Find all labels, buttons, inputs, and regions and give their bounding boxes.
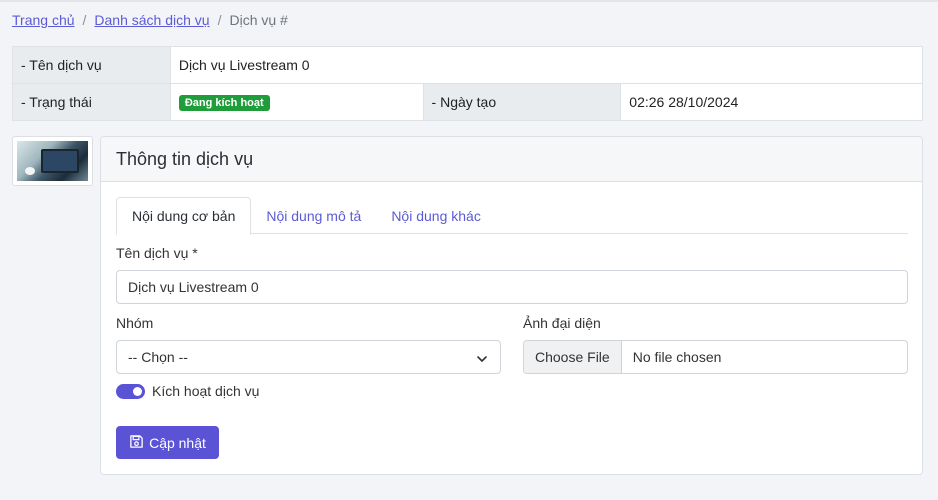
status-badge: Đang kích hoạt	[178, 95, 270, 111]
breadcrumb-separator: /	[82, 12, 87, 28]
save-icon	[129, 434, 144, 452]
avatar-field-label: Ảnh đại diện	[523, 315, 601, 331]
group-field-label: Nhóm	[116, 315, 154, 331]
tab-basic-content[interactable]: Nội dung cơ bản	[116, 197, 252, 235]
service-thumbnail-image	[17, 141, 88, 181]
update-button[interactable]: Cập nhật	[116, 426, 219, 459]
active-toggle-row: Kích hoạt dịch vụ	[116, 383, 259, 399]
table-row: - Tên dịch vụ Dịch vụ Livestream 0	[12, 46, 924, 84]
created-date-label: - Ngày tạo	[422, 83, 622, 121]
chevron-down-icon	[476, 352, 488, 368]
tab-bar: Nội dung cơ bản Nội dung mô tả Nội dung …	[116, 197, 908, 235]
breadcrumb: Trang chủ / Danh sách dịch vụ / Dịch vụ …	[12, 12, 288, 28]
service-thumbnail	[12, 136, 93, 186]
group-select-value: -- Chọn --	[128, 349, 188, 365]
service-name-input[interactable]: Dịch vụ Livestream 0	[116, 270, 908, 304]
tab-description-content[interactable]: Nội dung mô tả	[251, 197, 376, 235]
file-status-text: No file chosen	[632, 349, 722, 365]
created-date-value: 02:26 28/10/2024	[620, 83, 923, 121]
group-select[interactable]: -- Chọn --	[116, 340, 501, 374]
breadcrumb-current: Dịch vụ #	[229, 12, 288, 28]
active-toggle-label: Kích hoạt dịch vụ	[152, 383, 260, 399]
service-name-value: Dịch vụ Livestream 0	[169, 46, 924, 84]
table-row: - Trạng thái Đang kích hoạt - Ngày tạo 0…	[12, 83, 923, 121]
status-label: - Trạng thái	[12, 83, 171, 121]
tab-other-content[interactable]: Nội dung khác	[376, 197, 496, 235]
breadcrumb-separator: /	[217, 12, 222, 28]
card-title: Thông tin dịch vụ	[101, 137, 922, 182]
breadcrumb-home-link[interactable]: Trang chủ	[12, 12, 75, 28]
breadcrumb-service-list-link[interactable]: Danh sách dịch vụ	[94, 12, 209, 28]
service-info-table: - Tên dịch vụ Dịch vụ Livestream 0 - Trạ…	[12, 46, 924, 121]
service-info-card: Thông tin dịch vụ Nội dung cơ bản Nội du…	[100, 136, 923, 475]
active-toggle-switch[interactable]	[116, 383, 145, 399]
choose-file-button[interactable]: Choose File	[524, 341, 622, 373]
status-cell: Đang kích hoạt	[169, 83, 424, 121]
avatar-file-input[interactable]: Choose File No file chosen	[523, 340, 908, 374]
service-name-label: - Tên dịch vụ	[12, 46, 171, 84]
service-name-input-value: Dịch vụ Livestream 0	[128, 279, 259, 295]
service-name-field-label: Tên dịch vụ *	[116, 245, 198, 261]
update-button-label: Cập nhật	[149, 434, 206, 451]
